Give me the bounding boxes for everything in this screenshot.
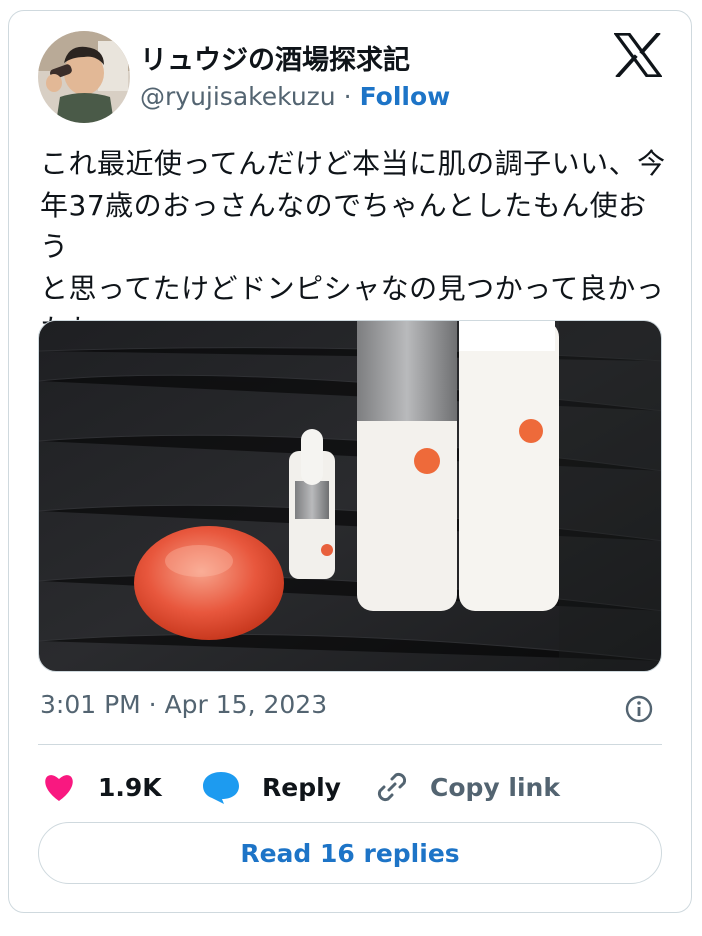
like-button[interactable]: 1.9K [42, 765, 162, 809]
x-logo-icon[interactable] [614, 33, 662, 77]
divider [38, 744, 662, 745]
handle-row: @ryujisakekuzu · Follow [140, 82, 450, 111]
read-replies-button[interactable]: Read 16 replies [38, 822, 662, 884]
separator-dot: · [343, 82, 352, 111]
reply-label: Reply [262, 772, 341, 802]
author-avatar[interactable] [38, 31, 130, 123]
copy-link-label: Copy link [430, 772, 560, 802]
avatar-photo [38, 31, 130, 123]
tweet-media-image[interactable] [38, 320, 662, 672]
follow-button[interactable]: Follow [360, 82, 451, 111]
author-name[interactable]: リュウジの酒場探求記 [140, 38, 410, 77]
author-handle[interactable]: @ryujisakekuzu [140, 82, 336, 111]
read-replies-label: Read 16 replies [240, 838, 460, 868]
tweet-timestamp[interactable]: 3:01 PM · Apr 15, 2023 [40, 690, 327, 719]
speech-bubble-icon [203, 772, 239, 804]
reply-button[interactable]: Reply [202, 765, 341, 809]
heart-icon [45, 775, 73, 801]
product-photo [39, 321, 661, 671]
link-icon [377, 772, 407, 802]
info-icon[interactable] [624, 694, 654, 724]
like-count: 1.9K [98, 772, 162, 802]
copy-link-button[interactable]: Copy link [374, 765, 560, 809]
